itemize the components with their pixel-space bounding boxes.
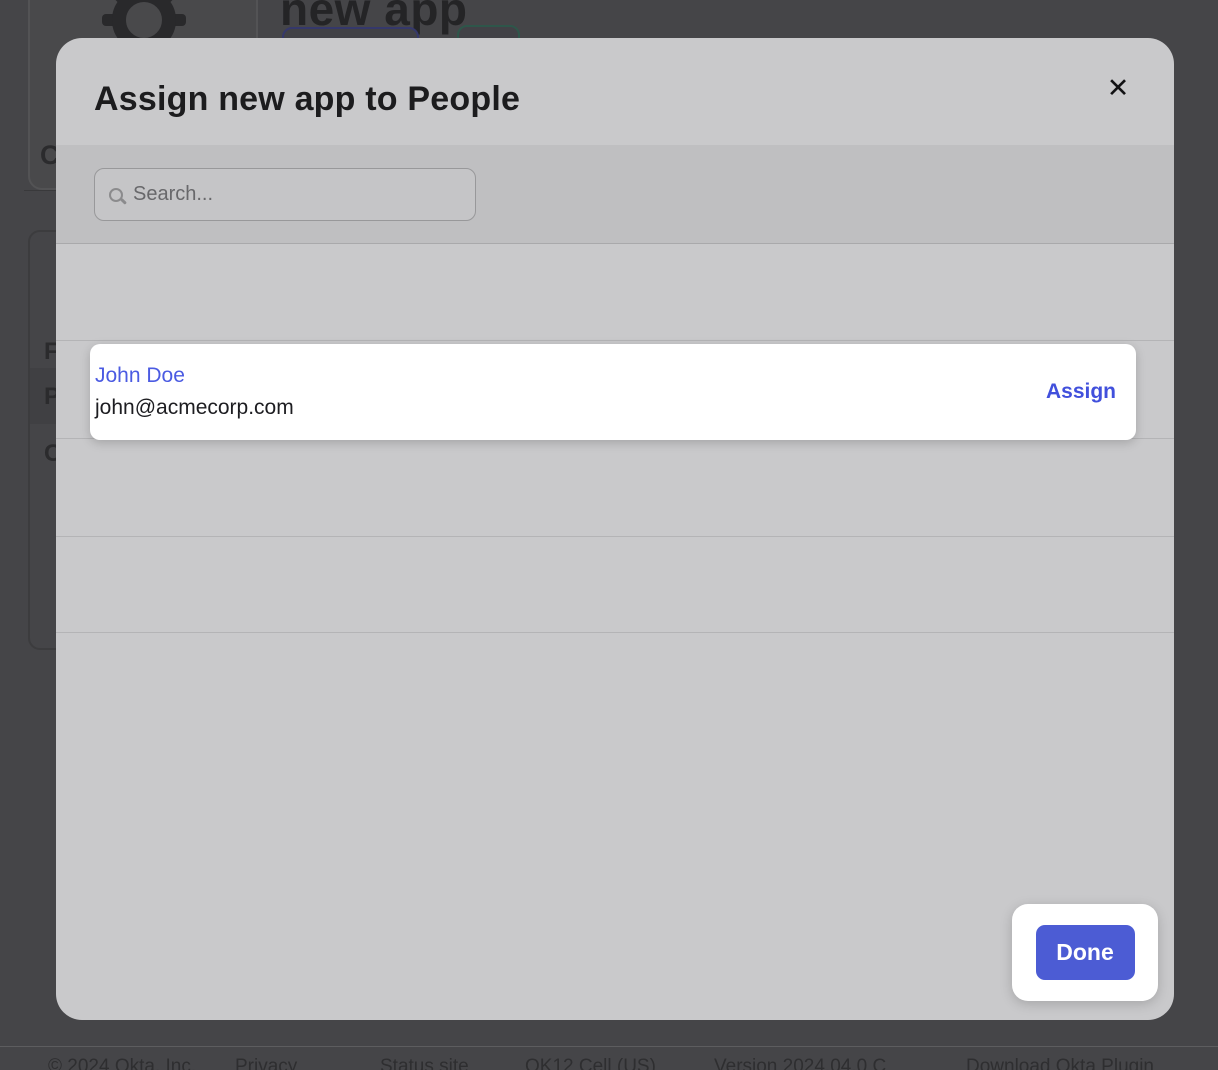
- divider: [56, 340, 1174, 341]
- footer-link-status-site: Status site: [380, 1056, 469, 1070]
- search-icon: [109, 188, 123, 202]
- done-button-container: Done: [1012, 904, 1158, 1001]
- assign-button[interactable]: Assign: [1046, 380, 1116, 404]
- close-button[interactable]: ✕: [1098, 68, 1138, 108]
- divider: [56, 632, 1174, 633]
- footer-copyright: © 2024 Okta, Inc.: [48, 1056, 196, 1070]
- footer-cell: OK12 Cell (US): [525, 1056, 656, 1070]
- person-info: John Doe john@acmecorp.com: [95, 364, 1046, 420]
- person-email: john@acmecorp.com: [95, 396, 1046, 420]
- divider: [56, 536, 1174, 537]
- close-icon: ✕: [1107, 75, 1130, 102]
- footer-link-download-plugin: Download Okta Plugin: [966, 1056, 1154, 1070]
- done-button[interactable]: Done: [1036, 925, 1135, 980]
- search-field[interactable]: [94, 168, 476, 221]
- footer-link-privacy: Privacy: [235, 1056, 297, 1070]
- divider: [0, 1046, 1218, 1047]
- modal-title: Assign new app to People: [94, 80, 520, 119]
- person-row: John Doe john@acmecorp.com Assign: [90, 344, 1136, 440]
- search-input[interactable]: [133, 183, 461, 206]
- footer-version: Version 2024.04.0 C: [714, 1056, 886, 1070]
- assign-app-modal: Assign new app to People ✕ John Doe john…: [56, 38, 1174, 1020]
- page-footer: © 2024 Okta, Inc. Privacy Status site OK…: [0, 1056, 1218, 1070]
- person-name-link[interactable]: John Doe: [95, 364, 185, 388]
- search-section: [56, 145, 1174, 244]
- screen: new app C F P C © 2024 Okta, Inc. Privac…: [0, 0, 1218, 1070]
